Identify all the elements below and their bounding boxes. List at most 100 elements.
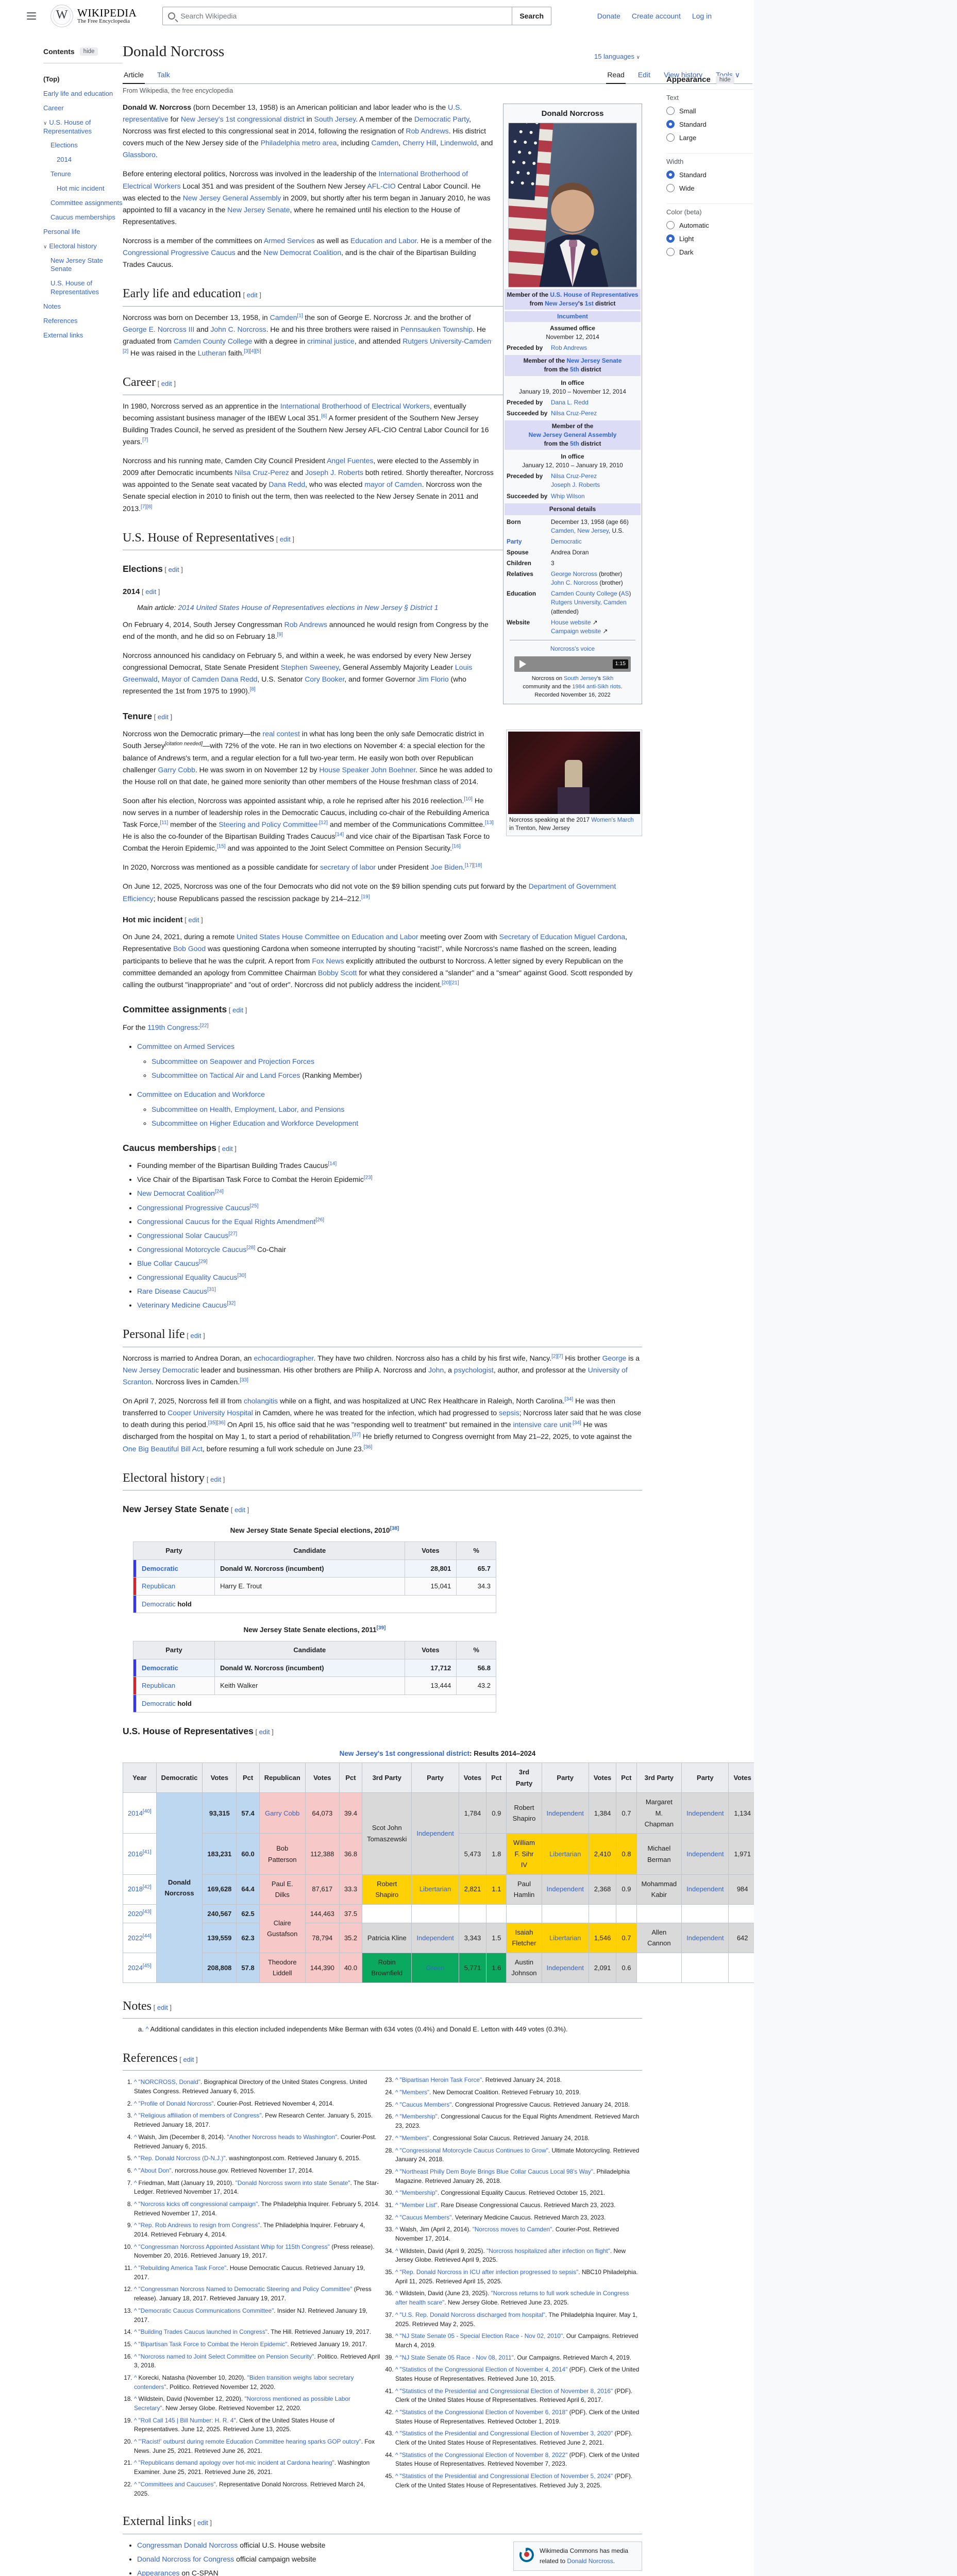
edit-link[interactable]: edit [190,1332,201,1340]
ref-link[interactable]: [40] [143,1808,152,1814]
reference-link[interactable]: "Rep. Donald Norcross in ICU after infec… [400,2268,579,2276]
wiki-link[interactable]: Congressional Motorcycle Caucus [137,1245,246,1253]
wiki-link[interactable]: Joe Biden [431,863,463,871]
wiki-link[interactable]: Committee on Armed Services [137,1042,234,1050]
wiki-link[interactable]: Democratic Party [414,115,469,123]
wiki-link[interactable]: psychologist [454,1366,494,1374]
wiki-link[interactable]: United States House Committee on Educati… [237,933,418,941]
wiki-link[interactable]: Nilsa Cruz-Perez [551,410,597,417]
wiki-link[interactable]: Republican [142,1682,175,1689]
ref-backlink[interactable]: ^ [395,2332,398,2340]
reference-link[interactable]: "Rep. Donald Norcross (D-N.J.)" [139,2155,226,2162]
wiki-link[interactable]: Incumbent [557,313,588,320]
toc-item-career[interactable]: Career [43,104,64,112]
reference-link[interactable]: "Member List" [400,2201,438,2209]
ref-backlink[interactable]: ^ [134,2395,137,2402]
ref-backlink[interactable]: ^ [395,2451,398,2459]
radio-light[interactable]: Light [666,234,753,243]
wiki-link[interactable]: Subcommittee on Health, Employment, Labo… [152,1105,344,1113]
edit-link[interactable]: edit [222,1145,233,1153]
wikipedia-logo[interactable]: WIKIPEDIA The Free Encyclopedia [51,5,137,27]
wiki-link[interactable]: Subcommittee on Higher Education and Wor… [152,1119,358,1127]
contents-hide-button[interactable]: hide [80,47,98,56]
wiki-link[interactable]: Garry Cobb [265,1809,299,1817]
wiki-link[interactable]: Camden County College [551,590,617,597]
edit-link[interactable]: edit [232,1006,243,1014]
user-link-log-in[interactable]: Log in [692,12,712,20]
wiki-link[interactable]: New Democrat Coalition [137,1189,215,1197]
wiki-link[interactable]: George Norcross [551,570,597,578]
ref-link[interactable]: [9] [277,632,283,637]
wiki-link[interactable]: Nilsa Cruz-Perez [551,472,597,480]
ref-backlink[interactable]: ^ [395,2189,398,2196]
ref-backlink[interactable]: ^ [134,2222,137,2229]
search-button[interactable]: Search [512,7,551,25]
ref-link[interactable]: [36] [364,1444,373,1450]
ref-link[interactable]: [22] [200,1023,209,1028]
reference-link[interactable]: "Norcross hospitalized after infection o… [486,2247,610,2255]
wiki-link[interactable]: New Jersey Senate [567,357,622,364]
ref-link[interactable]: [11] [160,820,168,825]
edit-link[interactable]: edit [280,535,291,543]
wiki-link[interactable]: Glassboro [123,150,156,159]
ref-link[interactable]: [42] [143,1885,152,1890]
wiki-link[interactable]: Armed Services [264,236,315,245]
tab-article[interactable]: Article [123,66,145,84]
wiki-link[interactable]: 2014 [128,1809,143,1817]
reference-link[interactable]: "Norcross named to Joint Select Committe… [139,2353,314,2360]
wiki-link[interactable]: cholangitis [244,1397,278,1405]
languages-button[interactable]: 15 languages ∨ [594,53,642,60]
toc-item-hot-mic-incident[interactable]: Hot mic incident [57,184,104,192]
wiki-link[interactable]: Education and Labor [350,236,416,245]
ref-link[interactable]: [2][7] [551,1353,563,1359]
wiki-link[interactable]: Angel Fuentes [327,456,373,465]
ref-link[interactable]: [26] [315,1217,324,1223]
wiki-link[interactable]: Congressional Solar Caucus [137,1231,228,1240]
ref-backlink[interactable]: ^ [395,2268,398,2276]
collapse-caret-icon[interactable]: ∨ [43,244,47,250]
wiki-link[interactable]: House website [551,619,591,626]
ref-link[interactable]: [24] [215,1189,224,1195]
ref-backlink[interactable]: ^ [395,2409,398,2416]
wiki-link[interactable]: Camden County College [174,337,253,345]
ref-link[interactable]: [8] [250,687,256,692]
wiki-link[interactable]: New Jersey Senate [227,206,290,214]
reference-link[interactable]: "Membership" [400,2189,438,2196]
wiki-link[interactable]: 2020 [128,1910,143,1918]
wiki-link[interactable]: Cooper University Hospital [167,1409,253,1417]
reference-link[interactable]: "U.S. Rep. Donald Norcross discharged fr… [400,2311,545,2318]
ref-backlink[interactable]: ^ [134,2374,137,2381]
user-link-create-account[interactable]: Create account [632,12,681,20]
ref-backlink[interactable]: ^ [134,2328,137,2335]
wiki-link[interactable]: Joseph J. Roberts [551,481,600,488]
wiki-link[interactable]: 119th Congress [147,1023,198,1031]
reference-link[interactable]: "Donald Norcross sworn into state Senate… [236,2179,350,2187]
audio-player[interactable]: 1:15 [514,656,631,672]
ref-link[interactable]: [20][21] [442,980,459,986]
ref-link[interactable]: [23] [364,1175,373,1181]
wiki-link[interactable]: John C. Norcross [551,579,598,586]
edit-link[interactable]: edit [169,566,179,573]
hamburger-menu-icon[interactable] [27,12,36,20]
wiki-link[interactable]: Dana Redd [268,480,305,488]
edit-link[interactable]: edit [234,1506,245,1514]
reference-link[interactable]: "Northeast Philly Dem Boyle Brings Blue … [400,2168,593,2175]
reference-link[interactable]: "NORCROSS, Donald" [139,2078,200,2086]
ref-link[interactable]: [32] [227,1301,236,1307]
wiki-link[interactable]: Libertarian [419,1885,451,1893]
ref-backlink[interactable]: ^ [395,2290,398,2297]
wiki-link[interactable]: Sikh [602,675,613,682]
reference-link[interactable]: "Statistics of the Congressional Electio… [400,2366,568,2373]
toc-item-committee-assignments[interactable]: Committee assignments [51,199,122,207]
ref-backlink[interactable]: ^ [395,2247,398,2255]
wiki-link[interactable]: U.S. House of Representatives [550,291,638,298]
wiki-link[interactable]: Whip Wilson [551,493,585,500]
reference-link[interactable]: "Profile of Donald Norcross" [139,2100,214,2107]
edit-link[interactable]: edit [197,2519,208,2527]
wiki-link[interactable]: Camden [372,139,399,147]
ref-link[interactable]: [45] [143,1963,152,1969]
reference-link[interactable]: "Building Trades Caucus launched in Cong… [139,2328,267,2335]
wiki-link[interactable]: 2024 [128,1964,143,1972]
ref-link[interactable]: [43] [143,1909,152,1914]
ref-backlink[interactable]: ^ [134,2481,137,2488]
